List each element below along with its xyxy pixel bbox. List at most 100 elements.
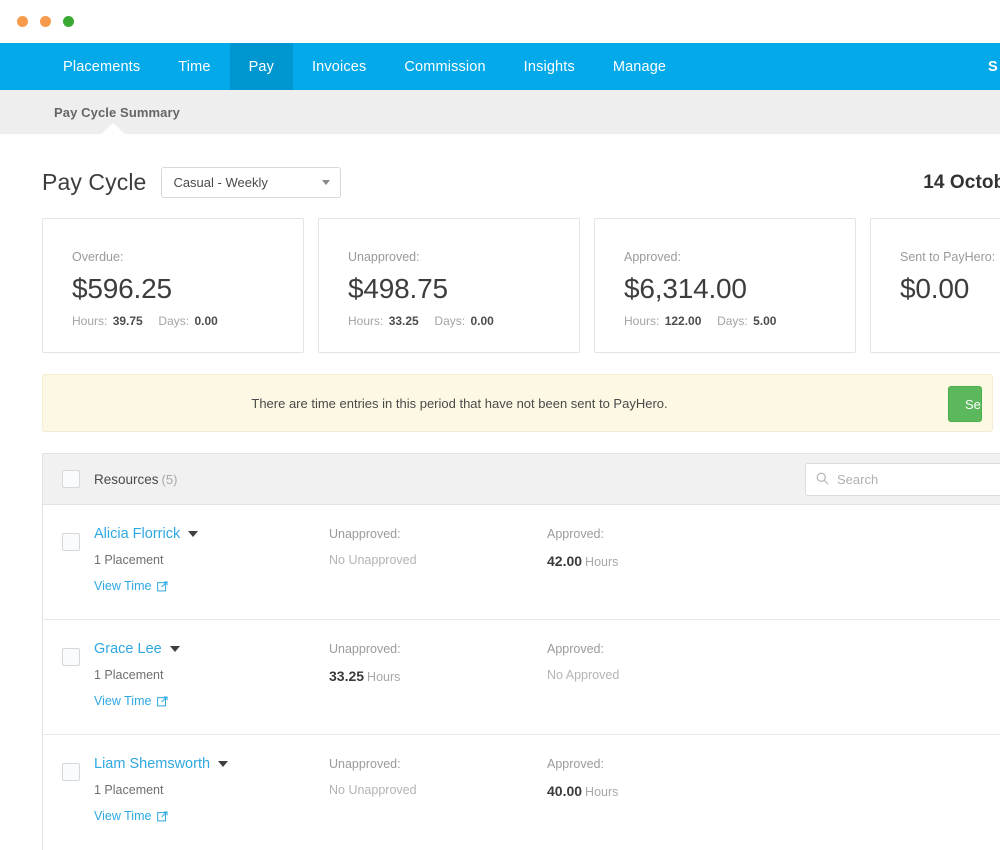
chevron-down-icon[interactable]: [188, 531, 198, 537]
breadcrumb-pointer-icon: [100, 123, 126, 135]
approved-number: 40.00: [547, 783, 582, 799]
table-row[interactable]: Grace Lee 1 Placement View Time Unapprov…: [43, 620, 1000, 735]
row-checkbox[interactable]: [62, 763, 80, 781]
table-row[interactable]: Liam Shemsworth 1 Placement View Time Un…: [43, 735, 1000, 850]
approved-label: Approved:: [547, 754, 765, 774]
card-amount: $596.25: [72, 273, 303, 305]
nav-item-insights[interactable]: Insights: [505, 43, 594, 90]
row-resource-cell: Grace Lee 1 Placement View Time: [94, 639, 329, 708]
unapproved-value: 33.25Hours: [329, 668, 547, 684]
resources-title-label: Resources: [94, 472, 159, 487]
summary-cards: Overdue: $596.25 Hours: 39.75 Days: 0.00…: [0, 202, 1000, 353]
view-time-label: View Time: [94, 809, 151, 823]
row-approved-cell: Approved: 40.00Hours: [547, 754, 765, 799]
search-field[interactable]: [805, 463, 1000, 496]
row-checkbox[interactable]: [62, 533, 80, 551]
breadcrumb-label: Pay Cycle Summary: [54, 105, 180, 120]
nav-item-manage[interactable]: Manage: [594, 43, 685, 90]
nav-item-label: Commission: [404, 59, 485, 75]
search-input[interactable]: [837, 472, 1000, 487]
nav-item-placements[interactable]: Placements: [44, 43, 159, 90]
card-hours-label: Hours:: [348, 314, 383, 328]
date-range-label: 14 October - 20: [923, 172, 1000, 194]
summary-card-approved: Approved: $6,314.00 Hours: 122.00 Days: …: [594, 218, 856, 353]
approved-unit: Hours: [585, 555, 618, 569]
card-amount: $0.00: [900, 273, 1000, 305]
unapproved-value: No Unapproved: [329, 783, 547, 797]
external-link-icon: [157, 696, 168, 707]
nav-item-list: Placements Time Pay Invoices Commission …: [0, 43, 685, 90]
send-to-payhero-label: Send to PayHero: [965, 397, 982, 412]
nav-right-label: S: [988, 59, 998, 75]
search-box[interactable]: [805, 463, 1000, 496]
card-meta: Hours: 122.00 Days: 5.00: [624, 314, 855, 328]
card-label: Overdue:: [72, 250, 303, 264]
card-hours-label: Hours:: [72, 314, 107, 328]
card-hours-label: Hours:: [624, 314, 659, 328]
approved-unit: Hours: [585, 785, 618, 799]
unapproved-unit: Hours: [367, 670, 400, 684]
card-meta: Hours: 39.75 Days: 0.00: [72, 314, 303, 328]
card-hours-value: 33.25: [389, 314, 419, 328]
nav-item-invoices[interactable]: Invoices: [293, 43, 385, 90]
nav-right-item[interactable]: S: [988, 43, 1000, 90]
card-hours-value: 39.75: [113, 314, 143, 328]
main-navbar: Placements Time Pay Invoices Commission …: [0, 43, 1000, 90]
pay-cycle-select-box[interactable]: Casual - Weekly: [161, 167, 341, 198]
card-meta: Hours: 33.25 Days: 0.00: [348, 314, 579, 328]
nav-item-label: Placements: [63, 59, 140, 75]
unapproved-label: Unapproved:: [329, 639, 547, 659]
nav-item-pay[interactable]: Pay: [230, 43, 293, 90]
row-checkbox[interactable]: [62, 648, 80, 666]
view-time-link[interactable]: View Time: [94, 579, 329, 593]
pay-cycle-select[interactable]: Casual - Weekly: [161, 167, 341, 198]
approved-number: 42.00: [547, 553, 582, 569]
send-to-payhero-button[interactable]: Send to PayHero: [948, 386, 982, 422]
chevron-down-icon[interactable]: [218, 761, 228, 767]
row-resource-cell: Liam Shemsworth 1 Placement View Time: [94, 754, 329, 823]
nav-item-commission[interactable]: Commission: [385, 43, 504, 90]
approved-value: No Approved: [547, 668, 765, 682]
nav-item-label: Invoices: [312, 59, 366, 75]
breadcrumb: Pay Cycle Summary: [0, 90, 1000, 134]
external-link-icon: [157, 581, 168, 592]
row-unapproved-cell: Unapproved: 33.25Hours: [329, 639, 547, 684]
window-titlebar: [0, 0, 1000, 43]
window-maximize-dot[interactable]: [63, 16, 74, 27]
summary-card-unapproved: Unapproved: $498.75 Hours: 33.25 Days: 0…: [318, 218, 580, 353]
payhero-warning-alert: There are time entries in this period th…: [42, 374, 993, 432]
nav-item-label: Pay: [249, 59, 274, 75]
approved-label: Approved:: [547, 524, 765, 544]
card-hours-value: 122.00: [665, 314, 702, 328]
card-days-label: Days:: [717, 314, 748, 328]
alert-row: There are time entries in this period th…: [42, 374, 1000, 432]
nav-item-time[interactable]: Time: [159, 43, 229, 90]
resources-title: Resources(5): [94, 472, 177, 487]
resources-panel: Resources(5) Alicia Florrick 1 Pl: [42, 453, 1000, 850]
table-row[interactable]: Alicia Florrick 1 Placement View Time Un…: [43, 505, 1000, 620]
nav-item-label: Manage: [613, 59, 666, 75]
resource-name-link[interactable]: Liam Shemsworth: [94, 756, 210, 772]
pay-cycle-select-value: Casual - Weekly: [173, 175, 267, 190]
view-time-label: View Time: [94, 694, 151, 708]
summary-card-sent-to-payhero: Sent to PayHero: $0.00: [870, 218, 1000, 353]
card-days-value: 5.00: [753, 314, 776, 328]
row-placements-count: 1 Placement: [94, 668, 329, 682]
window-close-dot[interactable]: [17, 16, 28, 27]
resources-count: (5): [162, 472, 178, 487]
view-time-link[interactable]: View Time: [94, 809, 329, 823]
window-minimize-dot[interactable]: [40, 16, 51, 27]
approved-value: 42.00Hours: [547, 553, 765, 569]
resource-name-link[interactable]: Alicia Florrick: [94, 526, 180, 542]
view-time-link[interactable]: View Time: [94, 694, 329, 708]
row-approved-cell: Approved: 42.00Hours: [547, 524, 765, 569]
select-all-checkbox[interactable]: [62, 470, 80, 488]
page-header-row: Pay Cycle Casual - Weekly 14 October - 2…: [0, 134, 1000, 202]
resource-name-link[interactable]: Grace Lee: [94, 641, 162, 657]
summary-card-overdue: Overdue: $596.25 Hours: 39.75 Days: 0.00: [42, 218, 304, 353]
page-content: Pay Cycle Casual - Weekly 14 October - 2…: [0, 134, 1000, 850]
row-approved-cell: Approved: No Approved: [547, 639, 765, 682]
row-placements-count: 1 Placement: [94, 783, 329, 797]
resources-panel-header: Resources(5): [43, 454, 1000, 505]
chevron-down-icon[interactable]: [170, 646, 180, 652]
